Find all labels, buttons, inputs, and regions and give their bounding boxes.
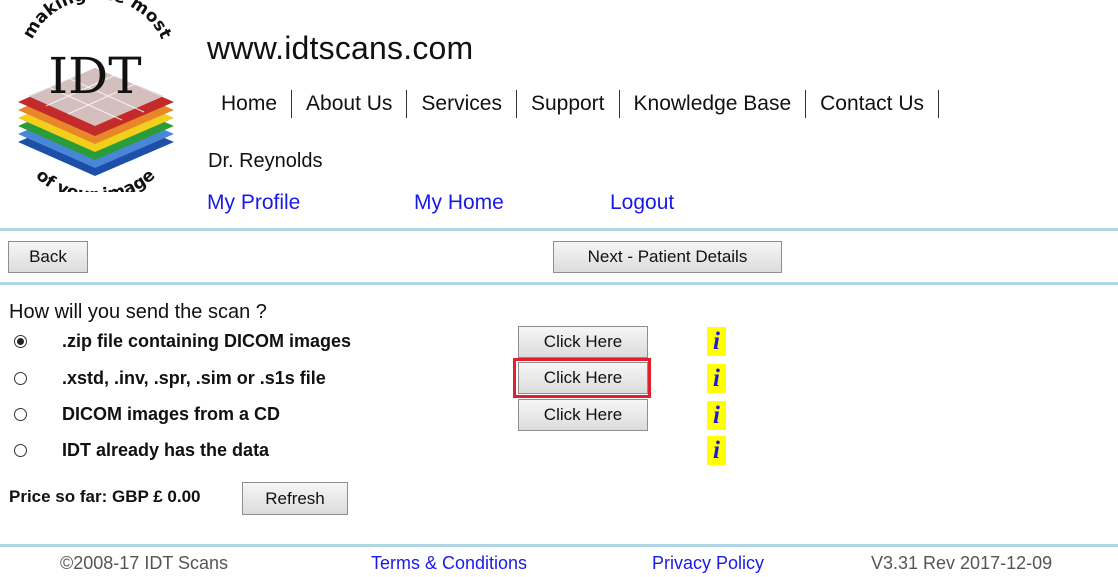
- nav-contact-us[interactable]: Contact Us: [806, 90, 940, 118]
- logout-link[interactable]: Logout: [610, 191, 674, 215]
- divider-footer: [0, 544, 1118, 547]
- info-icon[interactable]: i: [707, 327, 726, 356]
- page: making the most IDT of your image www.id…: [0, 0, 1118, 577]
- radio-xstd-file[interactable]: [14, 371, 27, 385]
- radio-dicom-cd[interactable]: [14, 407, 27, 421]
- radio-zip-dicom[interactable]: [14, 334, 27, 348]
- divider-top: [0, 228, 1118, 231]
- click-here-button-cd[interactable]: Click Here: [518, 399, 648, 431]
- option-label: .zip file containing DICOM images: [62, 330, 352, 351]
- nav-services[interactable]: Services: [407, 90, 517, 118]
- radio-idt-has-data[interactable]: [14, 443, 27, 457]
- option-dicom-cd[interactable]: DICOM images from a CD: [14, 401, 280, 427]
- send-scan-question: How will you send the scan ?: [9, 301, 267, 323]
- price-so-far: Price so far: GBP £ 0.00: [9, 487, 201, 506]
- main-nav: Home About Us Services Support Knowledge…: [207, 88, 940, 120]
- option-label: IDT already has the data: [62, 439, 270, 460]
- svg-text:making the most: making the most: [19, 0, 175, 42]
- back-button[interactable]: Back: [8, 241, 88, 273]
- nav-home[interactable]: Home: [207, 90, 293, 118]
- nav-support[interactable]: Support: [517, 90, 620, 118]
- site-title: www.idtscans.com: [207, 30, 474, 66]
- my-profile-link[interactable]: My Profile: [207, 191, 300, 215]
- nav-about-us[interactable]: About Us: [292, 90, 408, 118]
- user-name: Dr. Reynolds: [208, 150, 323, 172]
- info-icon[interactable]: i: [707, 364, 726, 393]
- logo-text-top: making the most: [19, 0, 175, 42]
- divider-toolbar: [0, 282, 1118, 285]
- my-home-link[interactable]: My Home: [414, 191, 504, 215]
- refresh-button[interactable]: Refresh: [242, 482, 348, 515]
- copyright-text: ©2008-17 IDT Scans: [60, 553, 229, 573]
- logo-text-main: IDT: [48, 47, 141, 105]
- click-here-button-zip[interactable]: Click Here: [518, 326, 648, 358]
- option-label: DICOM images from a CD: [62, 403, 281, 424]
- privacy-link[interactable]: Privacy Policy: [652, 553, 764, 574]
- option-idt-has-data[interactable]: IDT already has the data: [14, 437, 269, 463]
- info-icon[interactable]: i: [707, 401, 726, 430]
- version-text: V3.31 Rev 2017-12-09: [871, 553, 1053, 573]
- info-icon[interactable]: i: [707, 436, 726, 465]
- click-here-button-xstd[interactable]: Click Here: [518, 362, 648, 394]
- option-xstd-file[interactable]: .xstd, .inv, .spr, .sim or .s1s file: [14, 365, 326, 391]
- terms-link[interactable]: Terms & Conditions: [371, 553, 527, 574]
- option-zip-dicom[interactable]: .zip file containing DICOM images: [14, 328, 351, 354]
- option-label: .xstd, .inv, .spr, .sim or .s1s file: [62, 367, 326, 388]
- next-patient-details-button[interactable]: Next - Patient Details: [553, 241, 782, 273]
- idt-logo[interactable]: making the most IDT of your image: [6, 0, 184, 192]
- logo-graphic: making the most IDT of your image: [18, 0, 175, 192]
- nav-knowledge-base[interactable]: Knowledge Base: [620, 90, 807, 118]
